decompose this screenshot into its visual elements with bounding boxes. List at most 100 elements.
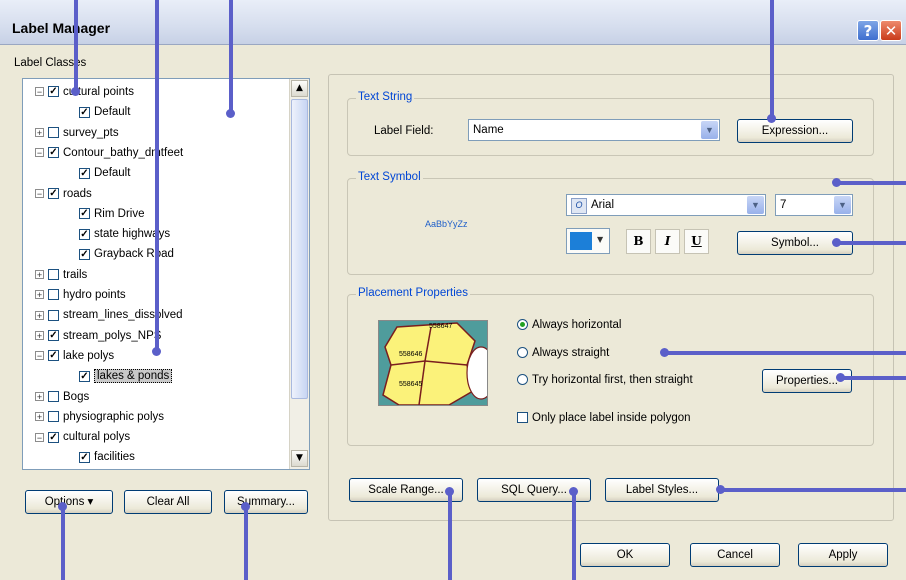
expand-icon[interactable]: + (35, 290, 44, 300)
font-dropdown[interactable]: O Arial ▼ (566, 194, 766, 216)
tree-class-node[interactable]: + stream_lines_dissolved (35, 306, 183, 324)
text-symbol-title: Text Symbol (356, 171, 423, 183)
label-classes-tree[interactable]: − ✓ cultural points ✓ Default + survey_pts − ✓ Co… (22, 78, 310, 470)
scroll-up-icon[interactable]: ▲ (291, 80, 308, 97)
placement-properties-title: Placement Properties (356, 287, 470, 299)
scroll-down-icon[interactable]: ▼ (291, 450, 308, 467)
apply-button[interactable]: Apply (798, 543, 888, 567)
collapse-icon[interactable]: − (35, 188, 44, 198)
label-styles-button[interactable]: Label Styles... (605, 478, 719, 502)
tree-class-node[interactable]: + trails (35, 266, 87, 284)
callout-dot (445, 487, 454, 496)
tree-scrollbar[interactable]: ▲ ▼ (289, 79, 309, 469)
always-straight-option[interactable]: Always straight (517, 347, 609, 359)
help-button[interactable]: ? (857, 20, 879, 41)
collapse-icon[interactable]: − (35, 148, 44, 158)
radio-button[interactable] (517, 319, 528, 331)
inside-polygon-checkbox[interactable] (517, 412, 528, 424)
collapse-icon[interactable]: − (35, 432, 44, 442)
expand-icon[interactable]: + (35, 391, 44, 401)
tree-node-label: survey_pts (63, 126, 119, 139)
clear-all-button[interactable]: Clear All (124, 490, 212, 514)
always-horizontal-option[interactable]: Always horizontal (517, 319, 621, 331)
checkbox[interactable] (48, 127, 59, 139)
tree-subclass-node[interactable]: ✓ Rim Drive (79, 205, 144, 223)
checkbox[interactable]: ✓ (48, 431, 59, 443)
checkbox[interactable]: ✓ (48, 350, 59, 362)
tree-subclass-node[interactable]: ✓ facilities (79, 448, 135, 466)
checkbox[interactable] (48, 390, 59, 402)
cancel-button[interactable]: Cancel (690, 543, 780, 567)
tree-subclass-node[interactable]: ✓ Default (79, 103, 130, 121)
preview-label: 558647 (429, 323, 453, 330)
close-button[interactable]: ✕ (880, 20, 902, 41)
text-color-picker[interactable]: ▼ (566, 228, 610, 254)
checkbox[interactable]: ✓ (48, 147, 59, 159)
tree-class-node[interactable]: + ✓ stream_polys_NPS (35, 327, 161, 345)
text-string-title: Text String (356, 91, 415, 103)
callout-dot (836, 373, 845, 382)
checkbox[interactable]: ✓ (48, 187, 59, 199)
checkbox[interactable] (48, 411, 59, 423)
tree-subclass-node[interactable]: ✓ Default (79, 164, 130, 182)
callout-line (572, 492, 576, 580)
expression-button[interactable]: Expression... (737, 119, 853, 143)
checkbox[interactable]: ✓ (79, 106, 90, 118)
callout-line (244, 506, 248, 580)
tree-class-node[interactable]: − ✓ Contour_bathy_dmtfeet (35, 144, 183, 162)
tree-class-node[interactable]: − ✓ cultural points (35, 83, 134, 101)
inside-polygon-option[interactable]: Only place label inside polygon (517, 412, 691, 424)
tree-node-label: lake polys (63, 349, 115, 362)
placement-preview-image: 558647 558646 558645 (378, 320, 488, 406)
bold-button[interactable]: B (626, 229, 651, 254)
checkbox[interactable] (48, 309, 59, 321)
expand-icon[interactable]: + (35, 310, 44, 320)
collapse-icon[interactable]: − (35, 351, 44, 361)
tree-class-node[interactable]: + physiographic polys (35, 408, 164, 426)
expand-icon[interactable]: + (35, 331, 44, 341)
radio-button[interactable] (517, 374, 528, 386)
tree-class-node[interactable]: − ✓ cultural polys (35, 428, 130, 446)
try-horizontal-option[interactable]: Try horizontal first, then straight (517, 374, 693, 386)
tree-class-node[interactable]: − ✓ roads (35, 185, 92, 203)
checkbox[interactable]: ✓ (79, 451, 90, 463)
font-type-icon: O (571, 198, 587, 214)
checkbox[interactable]: ✓ (79, 248, 90, 260)
checkbox[interactable] (48, 269, 59, 281)
checkbox[interactable] (48, 289, 59, 301)
callout-dot (832, 178, 841, 187)
tree-subclass-node[interactable]: ✓ Grayback Road (79, 245, 174, 263)
callout-dot (241, 502, 250, 511)
radio-button[interactable] (517, 347, 528, 359)
callout-line (720, 488, 906, 492)
tree-node-label: lakes & ponds (94, 369, 173, 384)
tree-class-node[interactable]: − ✓ lake polys (35, 347, 114, 365)
underline-button[interactable]: U (684, 229, 709, 254)
font-size-value: 7 (780, 199, 787, 211)
chevron-down-icon[interactable]: ▼ (701, 121, 718, 139)
checkbox[interactable]: ✓ (48, 86, 59, 98)
options-button[interactable]: Options ▾ (25, 490, 113, 514)
ok-button[interactable]: OK (580, 543, 670, 567)
chevron-down-icon[interactable]: ▼ (747, 196, 764, 214)
scroll-thumb[interactable] (291, 99, 308, 399)
tree-class-node[interactable]: + hydro points (35, 286, 126, 304)
expand-icon[interactable]: + (35, 128, 44, 138)
label-field-dropdown[interactable]: Name ▼ (468, 119, 720, 141)
tree-class-node[interactable]: + survey_pts (35, 124, 119, 142)
expand-icon[interactable]: + (35, 412, 44, 422)
collapse-icon[interactable]: − (35, 87, 44, 97)
font-size-dropdown[interactable]: 7 ▼ (775, 194, 853, 216)
chevron-down-icon[interactable]: ▼ (834, 196, 851, 214)
expand-icon[interactable]: + (35, 270, 44, 280)
italic-button[interactable]: I (655, 229, 680, 254)
checkbox[interactable]: ✓ (79, 228, 90, 240)
tree-class-node[interactable]: + Bogs (35, 388, 89, 406)
tree-node-label: Contour_bathy_dmtfeet (63, 146, 184, 159)
checkbox[interactable]: ✓ (48, 330, 59, 342)
summary-button[interactable]: Summary... (224, 490, 308, 514)
checkbox[interactable]: ✓ (79, 167, 90, 179)
checkbox[interactable]: ✓ (79, 370, 90, 382)
tree-subclass-node[interactable]: ✓ lakes & ponds (79, 367, 173, 385)
checkbox[interactable]: ✓ (79, 208, 90, 220)
